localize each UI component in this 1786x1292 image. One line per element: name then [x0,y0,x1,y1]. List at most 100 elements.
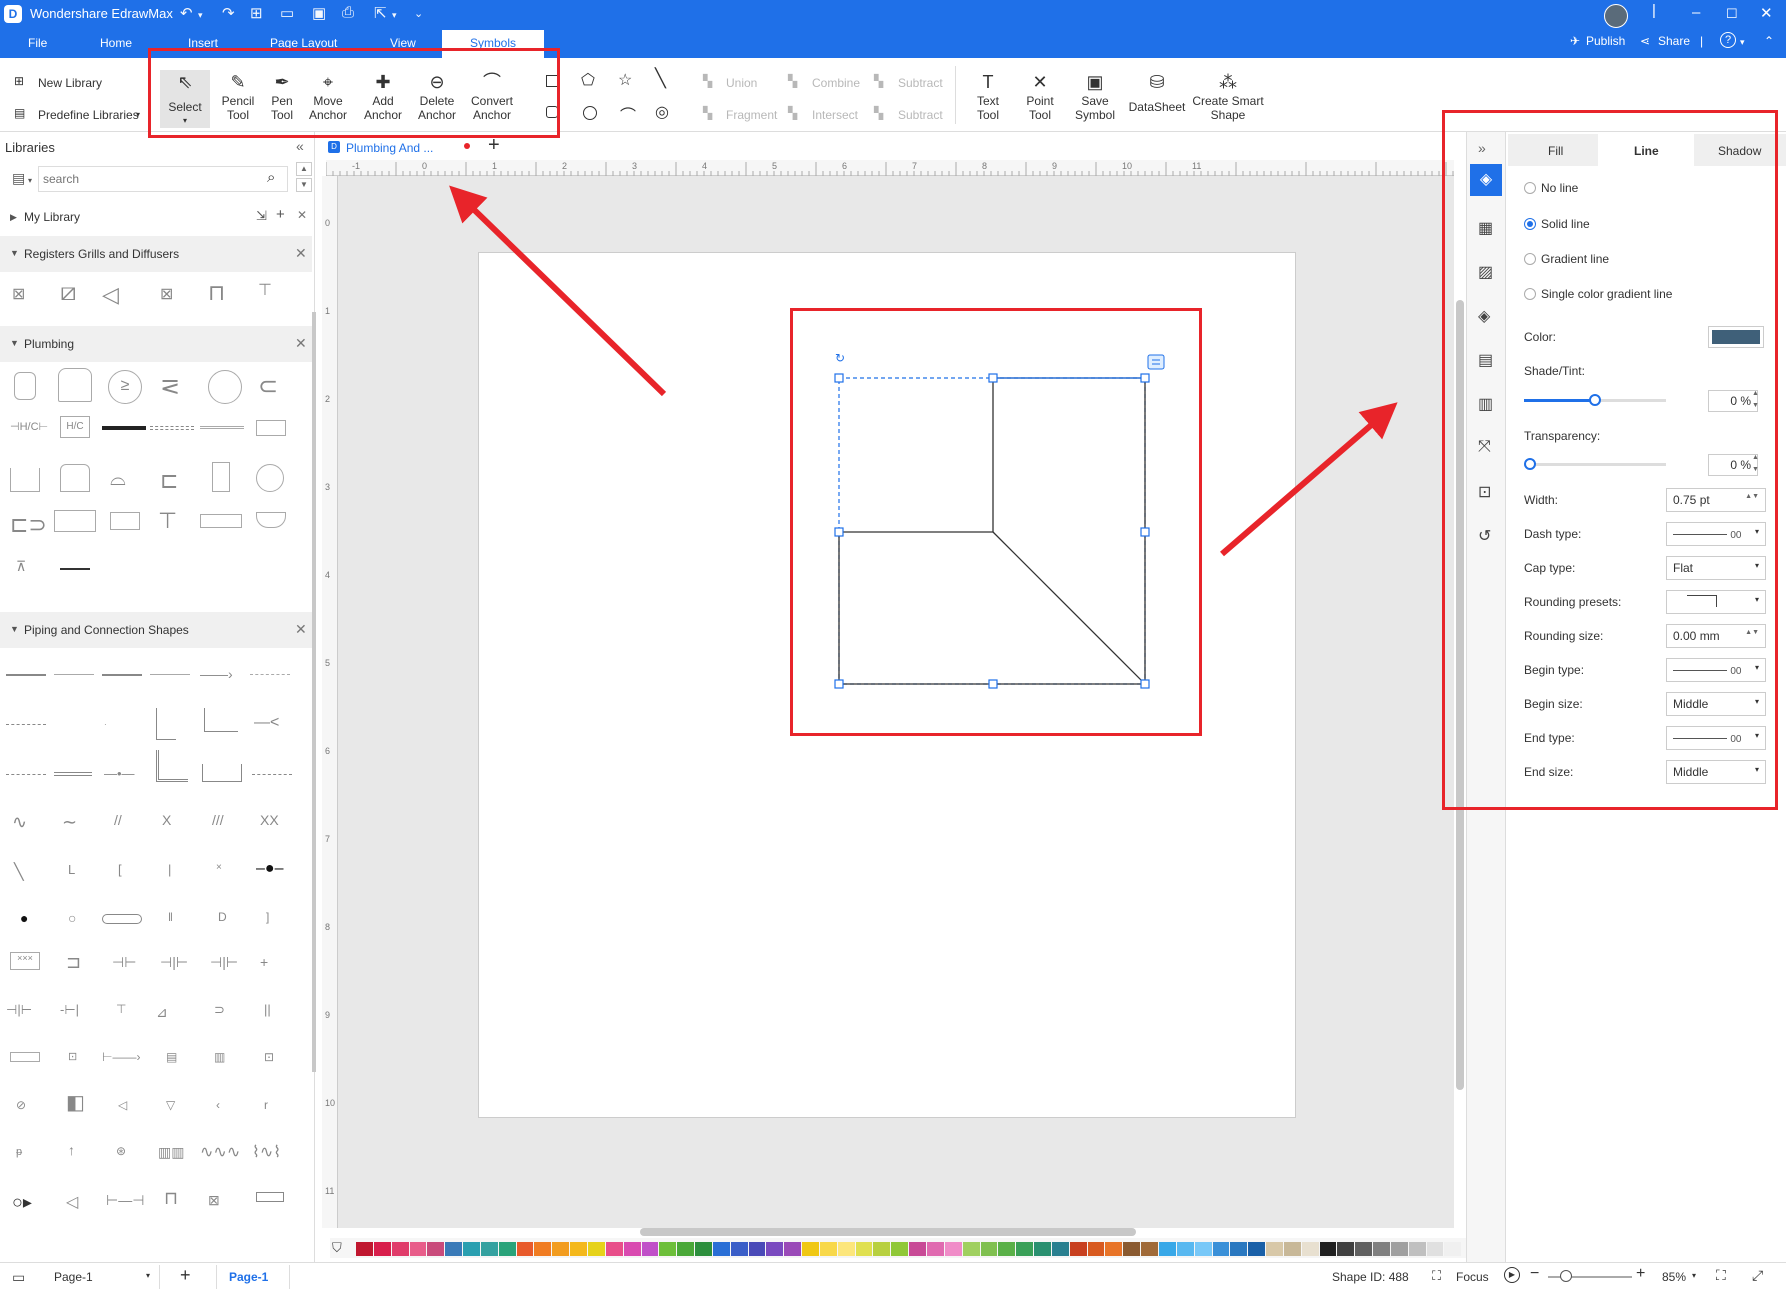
diffuser-shape-4[interactable]: ⊠ [160,284,173,304]
my-library-label[interactable]: My Library [24,210,80,224]
pipe-shape-7[interactable] [6,724,46,725]
menu-home[interactable]: Home [100,36,132,50]
pipe-shape-54[interactable]: ⊘ [16,1098,26,1112]
pipe-shape-55[interactable]: ◧ [66,1090,85,1115]
color-swatch[interactable] [356,1242,373,1256]
color-swatch[interactable] [498,1242,516,1256]
color-swatch[interactable] [855,1242,873,1256]
pipe-shape-66[interactable]: ○▸ [12,1192,32,1213]
pipe-shape-9[interactable] [156,708,176,740]
color-swatch[interactable] [819,1242,837,1256]
pipe-shape-13[interactable] [54,772,92,776]
point-tool[interactable]: ✕ Point Tool [1020,72,1060,122]
color-swatch[interactable] [534,1242,552,1256]
diffuser-shape-1[interactable]: ⊠ [12,284,25,304]
color-swatch[interactable] [409,1242,427,1256]
plumbing-shape-9[interactable] [102,426,146,430]
color-swatch[interactable] [1301,1242,1319,1256]
color-swatch[interactable] [1069,1242,1087,1256]
customize-icon[interactable]: ⌄ [414,7,423,20]
plumbing-shape-19[interactable]: ⊏⊃ [10,512,47,538]
pipe-shape-31[interactable]: ○ [68,910,76,926]
pipe-shape-36[interactable]: ××× [10,952,40,970]
color-swatch[interactable] [641,1242,659,1256]
pipe-shape-4[interactable] [150,674,190,675]
color-swatch[interactable] [998,1242,1016,1256]
undo-icon[interactable]: ↶ [180,4,193,22]
pipe-shape-42[interactable]: ⊣|⊢ [6,1002,32,1018]
color-swatch[interactable] [1426,1242,1444,1256]
pipe-shape-56[interactable]: ◁ [118,1098,127,1112]
plumbing-shape-5[interactable] [208,370,242,404]
page-panel-icon[interactable]: ▭ [12,1269,25,1286]
color-swatch[interactable] [1105,1242,1123,1256]
diffuser-shape-3[interactable]: ◁ [102,282,119,308]
plumbing-shape-11[interactable] [200,426,244,429]
pipe-shape-33[interactable]: ‖ [168,910,173,924]
pipe-shape-15[interactable] [156,750,188,782]
zoom-dropdown-icon[interactable]: ▾ [1692,1271,1696,1280]
subtract2-button[interactable]: Subtract [898,108,943,122]
pipe-shape-14[interactable]: —•— [104,766,135,781]
pipe-shape-28[interactable]: × [216,862,222,873]
page-tab[interactable]: Page-1 [216,1265,290,1289]
color-swatch[interactable] [1123,1242,1141,1256]
pipe-shape-35[interactable]: ] [266,910,269,924]
plumbing-shape-16[interactable]: ⊏ [160,468,178,494]
redo-icon[interactable]: ↷ [222,4,235,22]
spiral-tool-icon[interactable]: ◎ [655,102,669,122]
section-registers[interactable]: ▼ Registers Grills and Diffusers ✕ [0,236,312,272]
predefine-dropdown-icon[interactable]: ▾ [136,110,140,119]
create-smart-shape-tool[interactable]: ⁂ Create Smart Shape [1192,72,1264,122]
color-swatch[interactable] [980,1242,998,1256]
plumbing-shape-26[interactable] [60,568,90,570]
pipe-shape-16[interactable] [202,764,242,782]
circle-tool-icon[interactable] [583,106,597,120]
plumbing-shape-3[interactable]: ≥ [108,370,142,404]
pipe-shape-67[interactable]: ◁ [66,1192,78,1212]
page-select[interactable]: Page-1 ▾ [40,1265,160,1289]
pipe-shape-22[interactable]: /// [212,812,224,828]
pipe-shape-40[interactable]: ⊣|⊢ [210,954,238,971]
collapse-ribbon-icon[interactable]: ⌃ [1764,34,1774,48]
color-swatch[interactable] [427,1242,445,1256]
avatar[interactable] [1604,4,1628,28]
add-library-icon[interactable]: + [276,206,285,223]
color-swatch[interactable] [391,1242,409,1256]
pipe-shape-24[interactable]: ╲ [14,862,24,882]
pipe-shape-20[interactable]: // [114,812,122,828]
pipe-shape-46[interactable]: ⊃ [214,1002,225,1018]
plumbing-shape-21[interactable] [110,512,140,530]
pipe-shape-11[interactable]: —< [254,714,279,732]
color-swatch[interactable] [587,1242,605,1256]
color-swatch[interactable] [1212,1242,1230,1256]
pipe-shape-10[interactable] [204,708,238,732]
union-button[interactable]: Union [726,76,757,90]
help-dropdown-icon[interactable]: ▾ [1740,37,1745,48]
pipe-shape-3[interactable] [102,674,142,676]
export-library-icon[interactable]: ⇲ [256,208,267,224]
pipe-shape-49[interactable]: ⊡ [68,1050,77,1063]
help-icon[interactable]: ? [1720,32,1736,48]
plumbing-shape-18[interactable] [256,464,284,492]
color-swatch[interactable] [605,1242,623,1256]
pipe-shape-32[interactable] [102,914,142,924]
color-swatch[interactable] [516,1242,534,1256]
zoom-out-icon[interactable]: − [1530,1265,1539,1283]
color-swatch[interactable] [463,1242,480,1256]
pipe-shape-8[interactable]: · [104,720,107,729]
minimize-icon[interactable]: – [1692,4,1700,21]
plumbing-shape-7[interactable]: ⊣H/C⊢ [10,420,48,433]
pipe-shape-21[interactable]: X [162,812,171,828]
plumbing-shape-10[interactable] [150,426,194,430]
share-button[interactable]: Share [1658,34,1690,48]
color-swatch[interactable] [962,1242,980,1256]
pipe-shape-30[interactable]: ● [20,910,28,926]
color-swatch[interactable] [891,1242,909,1256]
color-swatch[interactable] [944,1242,962,1256]
color-swatch[interactable] [837,1242,855,1256]
pipe-shape-26[interactable]: [ [118,862,122,877]
pentagon-tool-icon[interactable]: ⬠ [581,70,595,90]
fit-page-icon[interactable]: ⛶ [1716,1267,1726,1284]
color-swatch[interactable] [1390,1242,1408,1256]
